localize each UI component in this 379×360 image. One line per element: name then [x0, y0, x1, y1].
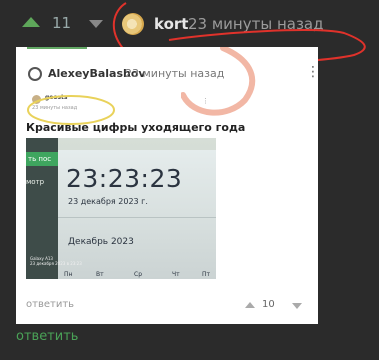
photo-left-text: мотр — [26, 178, 45, 186]
comment-time[interactable]: 23 минуты назад — [188, 15, 324, 33]
more-options-icon: ⋮ — [202, 97, 209, 105]
avatar — [32, 95, 41, 104]
card-footer: ответить 10 — [26, 299, 308, 315]
photo-month: Декабрь 2023 — [68, 237, 134, 247]
nested-author: geosts — [45, 94, 68, 101]
embedded-post-card[interactable]: AlexeyBalashov 23 минуты назад ⋮ geosts … — [16, 47, 320, 324]
nested-time: 23 минуты назад — [32, 105, 78, 111]
upvote-icon[interactable] — [245, 302, 255, 308]
comment-score: 11 — [52, 14, 72, 32]
downvote-icon[interactable] — [89, 20, 103, 28]
comment-author[interactable]: kort — [154, 15, 188, 33]
comment-header: 11 kort 23 минуты назад — [0, 0, 379, 46]
reply-button[interactable]: ответить — [16, 329, 78, 344]
pink-annotation-scribble — [181, 47, 256, 116]
photo-date: 23 декабря 2023 г. — [68, 197, 148, 206]
post-title[interactable]: Красивые цифры уходящего года — [26, 121, 245, 134]
photo-clock: 23:23:23 — [66, 164, 183, 193]
nested-comment-header: geosts 23 минуты назад ⋮ — [32, 94, 209, 119]
avatar[interactable] — [122, 13, 144, 35]
card-header: AlexeyBalashov 23 минуты назад ⋮ — [28, 65, 320, 87]
post-photo[interactable]: ть пос мотр 23:23:23 23 декабря 2023 г. … — [26, 138, 216, 279]
card-top-strip — [27, 47, 87, 49]
post-score: 10 — [262, 299, 275, 310]
avatar[interactable] — [28, 67, 42, 81]
upvote-icon[interactable] — [22, 17, 40, 27]
reply-link[interactable]: ответить — [26, 299, 74, 310]
photo-watermark: Galaxy A13 23 декабря 2023 в 23:23 — [30, 256, 82, 266]
more-options-icon[interactable]: ⋮ — [306, 65, 320, 79]
downvote-icon[interactable] — [292, 303, 302, 309]
post-time: 23 минуты назад — [125, 67, 225, 80]
photo-divider — [58, 217, 216, 218]
